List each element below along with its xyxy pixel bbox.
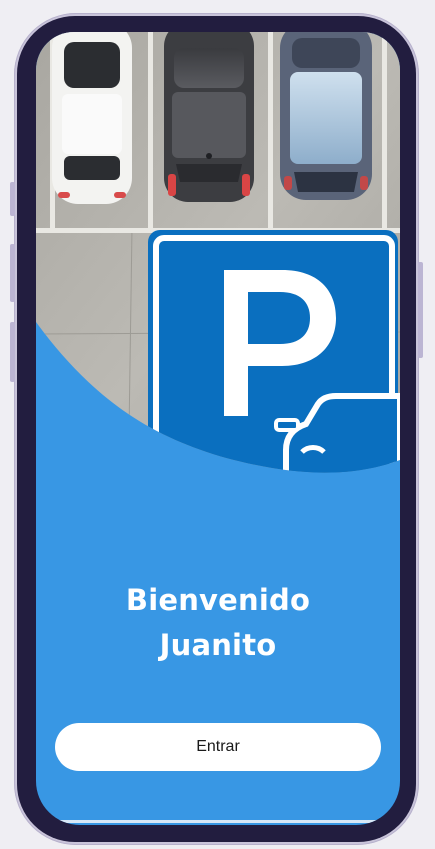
phone-power-button: [418, 262, 423, 358]
app-screen: Bienvenido Juanito Entrar: [36, 32, 400, 825]
phone-side-button: [10, 244, 15, 302]
enter-button[interactable]: Entrar: [55, 723, 381, 771]
parking-lot-illustration: [36, 32, 400, 473]
welcome-title: Bienvenido: [125, 583, 311, 617]
phone-side-button: [10, 322, 15, 382]
car-icon: [52, 32, 132, 204]
phone-side-button: [10, 182, 15, 216]
home-indicator: [36, 820, 400, 823]
car-icon: [164, 32, 254, 202]
parking-sign-icon: [148, 230, 400, 473]
parking-hero-image: [36, 32, 400, 502]
car-icon: [280, 32, 372, 200]
user-name: Juanito: [159, 628, 277, 662]
welcome-heading: Bienvenido Juanito: [36, 578, 400, 668]
